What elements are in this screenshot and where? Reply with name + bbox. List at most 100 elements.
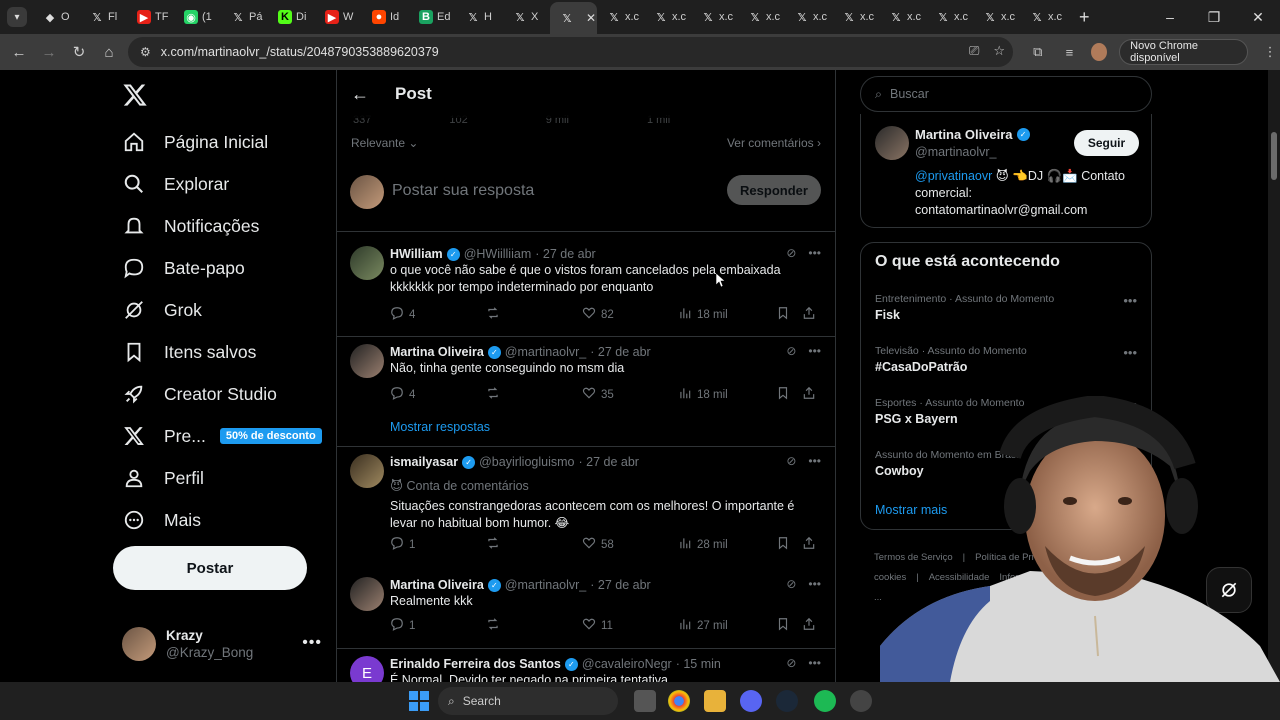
more-dots-icon[interactable]: •••: [808, 656, 821, 670]
avatar[interactable]: [350, 577, 384, 611]
avatar[interactable]: E: [350, 656, 384, 682]
reply-tweet[interactable]: Martina Oliveira ✓ @martinaolvr_ · 27 de ab…: [337, 336, 835, 446]
reply-button[interactable]: Responder: [727, 175, 821, 205]
nav-item-notifica-es[interactable]: Notificações: [122, 205, 259, 247]
share-action[interactable]: [802, 386, 816, 403]
bio-mention-link[interactable]: @privatinaovr: [915, 169, 992, 183]
premium-discount-badge[interactable]: 50% de desconto: [219, 428, 322, 444]
author-handle[interactable]: @martinaolvr_: [505, 578, 586, 592]
bookmark-action[interactable]: [776, 536, 802, 553]
avatar[interactable]: [350, 454, 384, 488]
x-logo-icon[interactable]: [122, 82, 148, 108]
task-view-icon[interactable]: [634, 690, 656, 712]
browser-tab[interactable]: 𝕏 Fl: [80, 2, 127, 32]
browser-tab[interactable]: ◆ O: [33, 2, 80, 32]
browser-tab[interactable]: 𝕏X: [503, 2, 550, 32]
reload-button[interactable]: ↻: [64, 37, 94, 67]
grok-icon[interactable]: ⊘: [786, 344, 796, 358]
tweet-date[interactable]: · 27 de abr: [578, 455, 638, 469]
search-input[interactable]: ⌕ Buscar: [860, 76, 1152, 112]
file-explorer-icon[interactable]: [704, 690, 726, 712]
back-button[interactable]: ←: [4, 37, 34, 67]
grok-icon[interactable]: ⊘: [786, 246, 796, 260]
like-action[interactable]: 58: [582, 536, 678, 553]
close-window-button[interactable]: ✕: [1236, 0, 1280, 34]
browser-tab[interactable]: ▶ TF: [127, 2, 174, 32]
views-action[interactable]: 28 mil: [678, 536, 776, 553]
more-dots-icon[interactable]: •••: [808, 577, 821, 591]
profile-avatar[interactable]: [1091, 43, 1108, 61]
back-arrow-icon[interactable]: ←: [351, 84, 371, 105]
account-switcher[interactable]: Krazy @Krazy_Bong •••: [122, 624, 322, 664]
share-action[interactable]: [802, 617, 816, 634]
browser-tab[interactable]: 𝕏x.c: [597, 2, 644, 32]
browser-tab[interactable]: ● Id: [362, 2, 409, 32]
reply-action[interactable]: 1: [390, 617, 486, 634]
author-handle[interactable]: @bayirliogluismo: [479, 455, 574, 469]
show-more-link[interactable]: Mostrar mais: [875, 503, 947, 517]
bookmark-action[interactable]: [776, 386, 802, 403]
browser-tab[interactable]: B Ed: [409, 2, 456, 32]
views-action[interactable]: 27 mil: [678, 617, 776, 634]
chrome-update-button[interactable]: Novo Chrome disponível: [1119, 39, 1249, 65]
sort-dropdown[interactable]: Relevante ⌄: [351, 136, 418, 150]
install-app-icon[interactable]: ⎚: [969, 43, 979, 59]
bookmark-action[interactable]: [776, 306, 802, 323]
author-name[interactable]: Martina Oliveira: [390, 345, 484, 359]
app-icon[interactable]: [850, 690, 872, 712]
author-name[interactable]: HWilliam: [390, 247, 443, 261]
author-name[interactable]: Martina Oliveira: [390, 578, 484, 592]
browser-tab[interactable]: 𝕏x.c: [926, 2, 973, 32]
share-action[interactable]: [802, 536, 816, 553]
browser-tab[interactable]: ▶ W: [315, 2, 362, 32]
trend-item[interactable]: Esportes · Assunto do Momento PSG x Bayer…: [875, 397, 1137, 426]
more-dots-icon[interactable]: •••: [1123, 345, 1137, 360]
site-info-icon[interactable]: ⚙: [140, 45, 151, 59]
windows-start-icon[interactable]: [408, 690, 430, 712]
nav-item-p-gina-inicial[interactable]: Página Inicial: [122, 121, 268, 163]
nav-item-explorar[interactable]: Explorar: [122, 163, 229, 205]
post-button[interactable]: Postar: [113, 546, 307, 590]
forward-button[interactable]: →: [34, 37, 64, 67]
views-action[interactable]: 18 mil: [678, 306, 776, 323]
reply-input[interactable]: Postar sua resposta: [392, 182, 534, 200]
trend-item[interactable]: Televisão · Assunto do Momento #CasaDoPat…: [875, 345, 1137, 374]
browser-tab[interactable]: 𝕏 ✕: [550, 2, 597, 34]
nav-item-itens-salvos[interactable]: Itens salvos: [122, 331, 256, 373]
browser-tab[interactable]: 𝕏x.c: [644, 2, 691, 32]
nav-item-creator-studio[interactable]: Creator Studio: [122, 373, 277, 415]
browser-tab[interactable]: 𝕏x.c: [738, 2, 785, 32]
browser-tab[interactable]: 𝕏x.c: [832, 2, 879, 32]
grok-chat-button[interactable]: [1206, 567, 1252, 613]
extensions-icon[interactable]: ⧉: [1028, 38, 1048, 66]
browser-tab[interactable]: 𝕏x.c: [1020, 2, 1067, 32]
nav-item-grok[interactable]: Grok: [122, 289, 202, 331]
profile-name[interactable]: Martina Oliveira ✓: [915, 127, 1030, 142]
reply-action[interactable]: 4: [390, 386, 486, 403]
more-dots-icon[interactable]: •••: [1123, 449, 1137, 464]
repost-action[interactable]: [486, 536, 582, 553]
tweet-date[interactable]: · 27 de abr: [590, 345, 650, 359]
like-action[interactable]: 11: [582, 617, 678, 634]
media-controls-icon[interactable]: ≡: [1060, 38, 1080, 66]
tweet-date[interactable]: · 15 min: [676, 657, 721, 671]
nav-item-pre[interactable]: Pre... 50% de desconto: [122, 415, 322, 457]
taskbar-search[interactable]: ⌕ Search: [438, 687, 618, 715]
browser-tab[interactable]: 𝕏H: [456, 2, 503, 32]
more-dots-icon[interactable]: •••: [302, 634, 322, 652]
bookmark-action[interactable]: [776, 617, 802, 634]
repost-action[interactable]: [486, 306, 582, 323]
new-tab-button[interactable]: +: [1079, 7, 1090, 28]
grok-icon[interactable]: ⊘: [786, 656, 796, 670]
grok-icon[interactable]: ⊘: [786, 454, 796, 468]
page-scrollbar[interactable]: [1268, 70, 1280, 682]
author-name[interactable]: ismailyasar: [390, 455, 458, 469]
footer-link[interactable]: Informações de anúncios: [999, 572, 1105, 583]
author-handle[interactable]: @cavaleiroNegr: [582, 657, 672, 671]
grok-icon[interactable]: ⊘: [786, 577, 796, 591]
reply-tweet[interactable]: HWilliam ✓ @HWiilliiam · 27 de abr ⊘ ••• o que…: [337, 238, 835, 336]
author-name[interactable]: Erinaldo Ferreira dos Santos: [390, 657, 561, 671]
address-bar[interactable]: ⚙ x.com/martinaolvr_/status/204879035388…: [128, 37, 1013, 67]
avatar[interactable]: [350, 246, 384, 280]
home-button[interactable]: ⌂: [94, 37, 124, 67]
